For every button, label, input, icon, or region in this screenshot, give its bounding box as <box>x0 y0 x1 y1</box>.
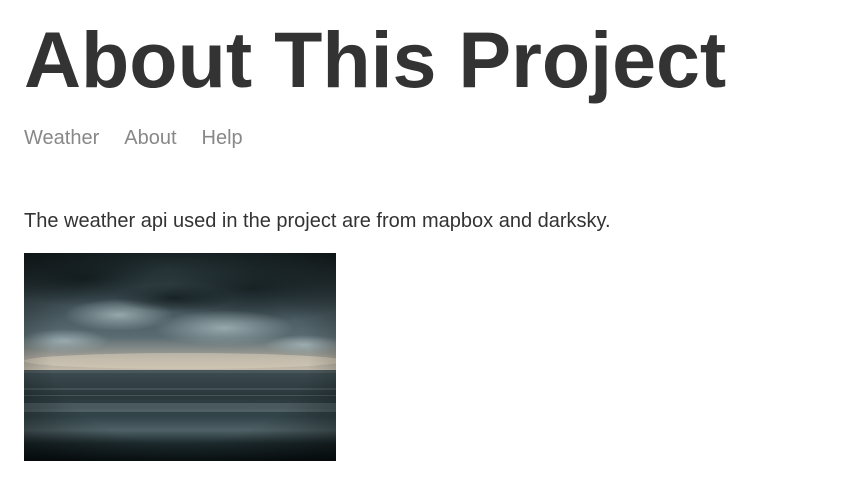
page-content: About This Project Weather About Help Th… <box>24 0 843 493</box>
stormy-sea-image <box>24 253 336 461</box>
nav-link-about[interactable]: About <box>124 125 176 151</box>
nav-link-weather[interactable]: Weather <box>24 125 99 151</box>
page-title: About This Project <box>24 15 727 104</box>
main-nav: Weather About Help <box>24 125 243 151</box>
project-description: The weather api used in the project are … <box>24 210 611 232</box>
nav-link-help[interactable]: Help <box>202 125 243 151</box>
